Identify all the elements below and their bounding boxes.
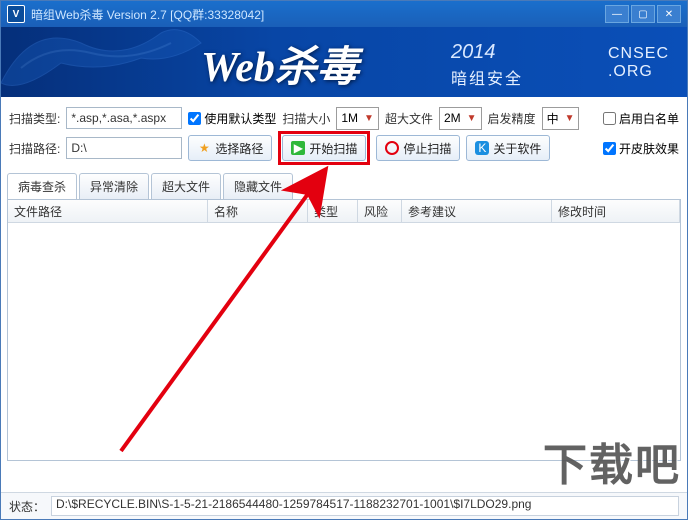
window-title: 暗组Web杀毒 Version 2.7 [QQ群:33328042] <box>31 6 264 23</box>
precision-value: 中 <box>547 110 559 127</box>
start-scan-label: 开始扫描 <box>309 140 357 157</box>
start-scan-button[interactable]: ▶ 开始扫描 <box>282 135 366 161</box>
controls-row-2: 扫描路径: ★ 选择路径 ▶ 开始扫描 停止扫描 K 关于软件 <box>9 133 679 163</box>
scan-size-select[interactable]: 1M ▼ <box>336 107 379 130</box>
highlight-frame: ▶ 开始扫描 <box>278 131 370 165</box>
whitelist-checkbox[interactable]: 启用白名单 <box>603 110 679 127</box>
col-risk[interactable]: 风险 <box>358 200 402 222</box>
stop-icon <box>385 141 399 155</box>
titlebar: V 暗组Web杀毒 Version 2.7 [QQ群:33328042] — ▢… <box>1 1 687 27</box>
scan-size-label: 扫描大小 <box>282 110 330 127</box>
chevron-down-icon: ▼ <box>364 113 374 124</box>
chevron-down-icon: ▼ <box>467 113 477 124</box>
precision-select[interactable]: 中 ▼ <box>542 107 580 130</box>
banner-subtitle: 暗组安全 <box>451 65 523 89</box>
use-default-label: 使用默认类型 <box>204 110 276 127</box>
stop-scan-label: 停止扫描 <box>403 140 451 157</box>
use-default-checkbox[interactable]: 使用默认类型 <box>188 110 276 127</box>
star-icon: ★ <box>197 141 211 155</box>
tab-bar: 病毒查杀 异常清除 超大文件 隐藏文件 <box>7 173 687 199</box>
app-window: V 暗组Web杀毒 Version 2.7 [QQ群:33328042] — ▢… <box>0 0 688 520</box>
controls-panel: 扫描类型: 使用默认类型 扫描大小 1M ▼ 超大文件 2M ▼ 启发精度 中 … <box>1 97 687 167</box>
app-logo-icon: V <box>7 5 25 23</box>
big-file-value: 2M <box>444 111 461 125</box>
table-header: 文件路径 名称 类型 风险 参考建议 修改时间 <box>8 200 680 223</box>
banner-org: CNSEC .ORG <box>608 45 669 81</box>
whitelist-label: 启用白名单 <box>619 110 679 127</box>
use-default-check-icon[interactable] <box>188 112 201 125</box>
banner-title: Web杀毒 <box>201 33 359 94</box>
skin-label: 开皮肤效果 <box>619 140 679 157</box>
scan-size-value: 1M <box>341 111 358 125</box>
col-suggest[interactable]: 参考建议 <box>402 200 552 222</box>
tab-big-files[interactable]: 超大文件 <box>151 173 221 199</box>
scan-path-input[interactable] <box>66 137 182 159</box>
skin-check-icon[interactable] <box>603 142 616 155</box>
chevron-down-icon: ▼ <box>565 113 575 124</box>
dragon-icon <box>1 27 211 97</box>
banner-year: 2014 <box>451 41 496 64</box>
maximize-button[interactable]: ▢ <box>631 5 655 23</box>
choose-path-label: 选择路径 <box>215 140 263 157</box>
about-label: 关于软件 <box>493 140 541 157</box>
play-icon: ▶ <box>291 141 305 155</box>
tab-hidden-files[interactable]: 隐藏文件 <box>223 173 293 199</box>
watermark-text: 下载吧 <box>543 429 681 493</box>
big-file-select[interactable]: 2M ▼ <box>439 107 482 130</box>
banner: Web杀毒 2014 暗组安全 CNSEC .ORG <box>1 27 687 97</box>
tab-virus-scan[interactable]: 病毒查杀 <box>7 173 77 199</box>
scan-type-label: 扫描类型: <box>9 110 60 127</box>
col-type[interactable]: 类型 <box>308 200 358 222</box>
banner-org-1: CNSEC <box>608 45 669 62</box>
minimize-button[interactable]: — <box>605 5 629 23</box>
banner-org-2: .ORG <box>608 63 653 80</box>
status-bar: 状态： D:\$RECYCLE.BIN\S-1-5-21-2186544480-… <box>1 492 687 519</box>
controls-row-1: 扫描类型: 使用默认类型 扫描大小 1M ▼ 超大文件 2M ▼ 启发精度 中 … <box>9 103 679 133</box>
stop-scan-button[interactable]: 停止扫描 <box>376 135 460 161</box>
scan-type-input[interactable] <box>66 107 182 129</box>
choose-path-button[interactable]: ★ 选择路径 <box>188 135 272 161</box>
table-body <box>8 223 680 459</box>
col-filepath[interactable]: 文件路径 <box>8 200 208 222</box>
scan-path-label: 扫描路径: <box>9 140 60 157</box>
big-file-label: 超大文件 <box>385 110 433 127</box>
skin-checkbox[interactable]: 开皮肤效果 <box>603 140 679 157</box>
col-name[interactable]: 名称 <box>208 200 308 222</box>
precision-label: 启发精度 <box>488 110 536 127</box>
close-button[interactable]: ✕ <box>657 5 681 23</box>
about-button[interactable]: K 关于软件 <box>466 135 550 161</box>
whitelist-check-icon[interactable] <box>603 112 616 125</box>
status-value: D:\$RECYCLE.BIN\S-1-5-21-2186544480-1259… <box>51 496 679 516</box>
col-mtime[interactable]: 修改时间 <box>552 200 680 222</box>
info-icon: K <box>475 141 489 155</box>
status-label: 状态： <box>9 498 45 515</box>
results-table: 文件路径 名称 类型 风险 参考建议 修改时间 <box>7 199 681 461</box>
tab-anomaly-clean[interactable]: 异常清除 <box>79 173 149 199</box>
